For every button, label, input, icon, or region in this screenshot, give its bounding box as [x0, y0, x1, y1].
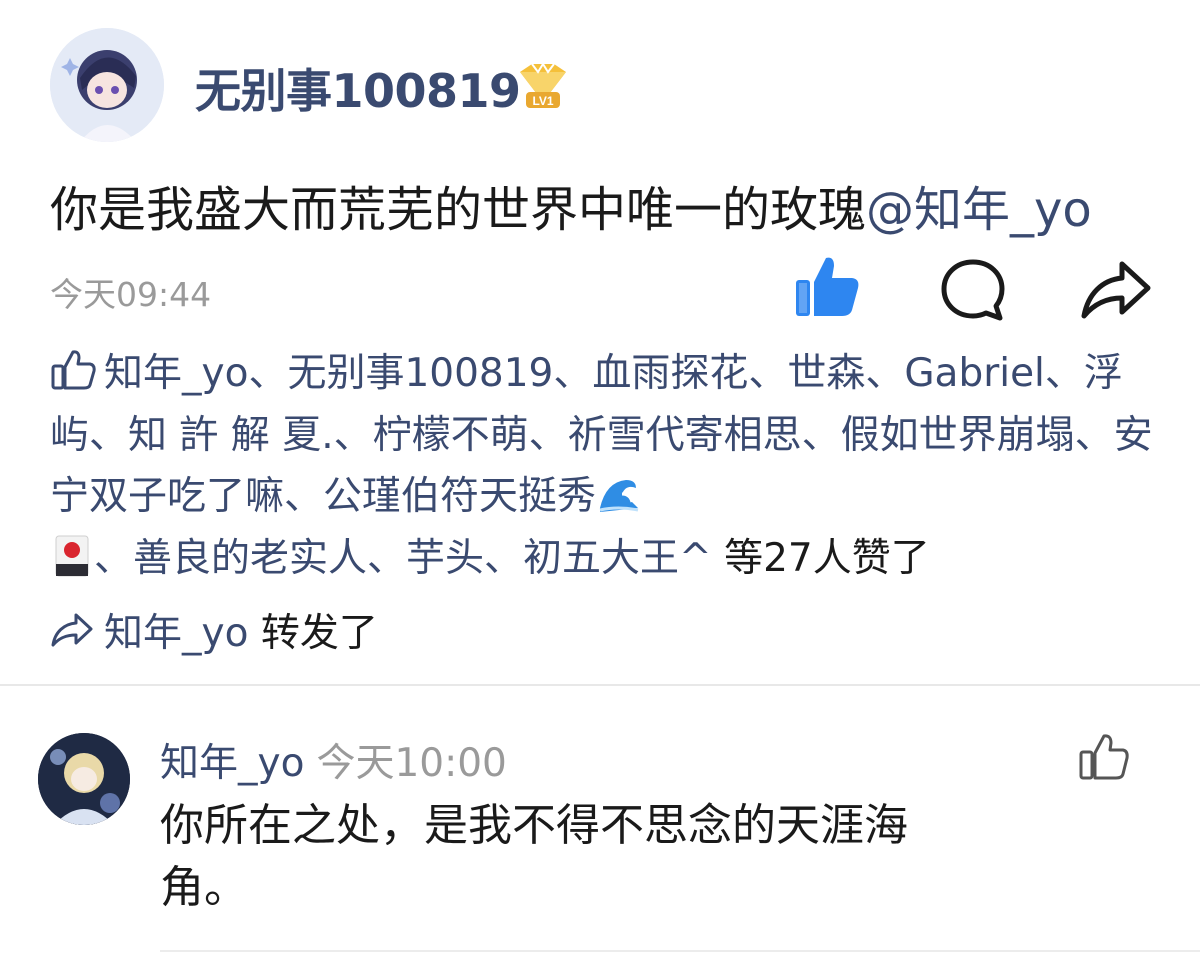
repost-info: 知年_yo 转发了: [50, 602, 378, 658]
thumbs-up-filled-icon: [796, 257, 859, 316]
share-arrow-icon: [1081, 261, 1151, 319]
post-author-avatar[interactable]: [50, 28, 164, 142]
likes-list: 知年_yo、无别事100819、血雨探花、世森、Gabriel、浮屿、知 許 解…: [50, 343, 1160, 589]
like-count: 等27人赞了: [711, 535, 930, 581]
comment-bubble-icon: [941, 259, 1005, 321]
like-button[interactable]: [792, 252, 862, 322]
repost-user[interactable]: 知年_yo: [104, 611, 248, 656]
section-divider: [0, 684, 1200, 686]
comment-author[interactable]: 知年_yo: [160, 741, 304, 786]
post-text: 你是我盛大而荒芜的世界中唯一的玫瑰: [50, 182, 867, 238]
commenter-avatar[interactable]: [38, 733, 130, 825]
share-button[interactable]: [1078, 256, 1154, 326]
comment-text: 你所在之处，是我不得不思念的天涯海角。: [160, 800, 908, 913]
liker-names-continued[interactable]: 、善良的老实人、芋头、初五大王^: [94, 536, 712, 581]
comment-button[interactable]: [938, 256, 1008, 326]
comment-like-button[interactable]: [1078, 732, 1130, 782]
level-badge-icon: LV1: [512, 62, 574, 112]
comment-timestamp: 今天10:00: [316, 741, 507, 786]
repost-action: 转发了: [248, 611, 378, 656]
thumbs-up-outline-icon: [50, 348, 96, 390]
thumbs-up-outline-icon: [1079, 734, 1129, 780]
svg-text:LV1: LV1: [532, 94, 553, 108]
post-content: 你是我盛大而荒芜的世界中唯一的玫瑰@知年_yo: [50, 170, 1092, 240]
flower-card-emoji-icon: [50, 534, 94, 578]
share-outline-icon: [50, 611, 94, 651]
post-mention-link[interactable]: @知年_yo: [866, 182, 1092, 238]
post-author-name[interactable]: 无别事100819: [195, 55, 521, 121]
comment-divider: [160, 950, 1200, 952]
comment-header: 知年_yo 今天10:00: [160, 732, 507, 788]
wave-emoji-icon: [596, 472, 640, 516]
post-timestamp: 今天09:44: [50, 275, 212, 314]
